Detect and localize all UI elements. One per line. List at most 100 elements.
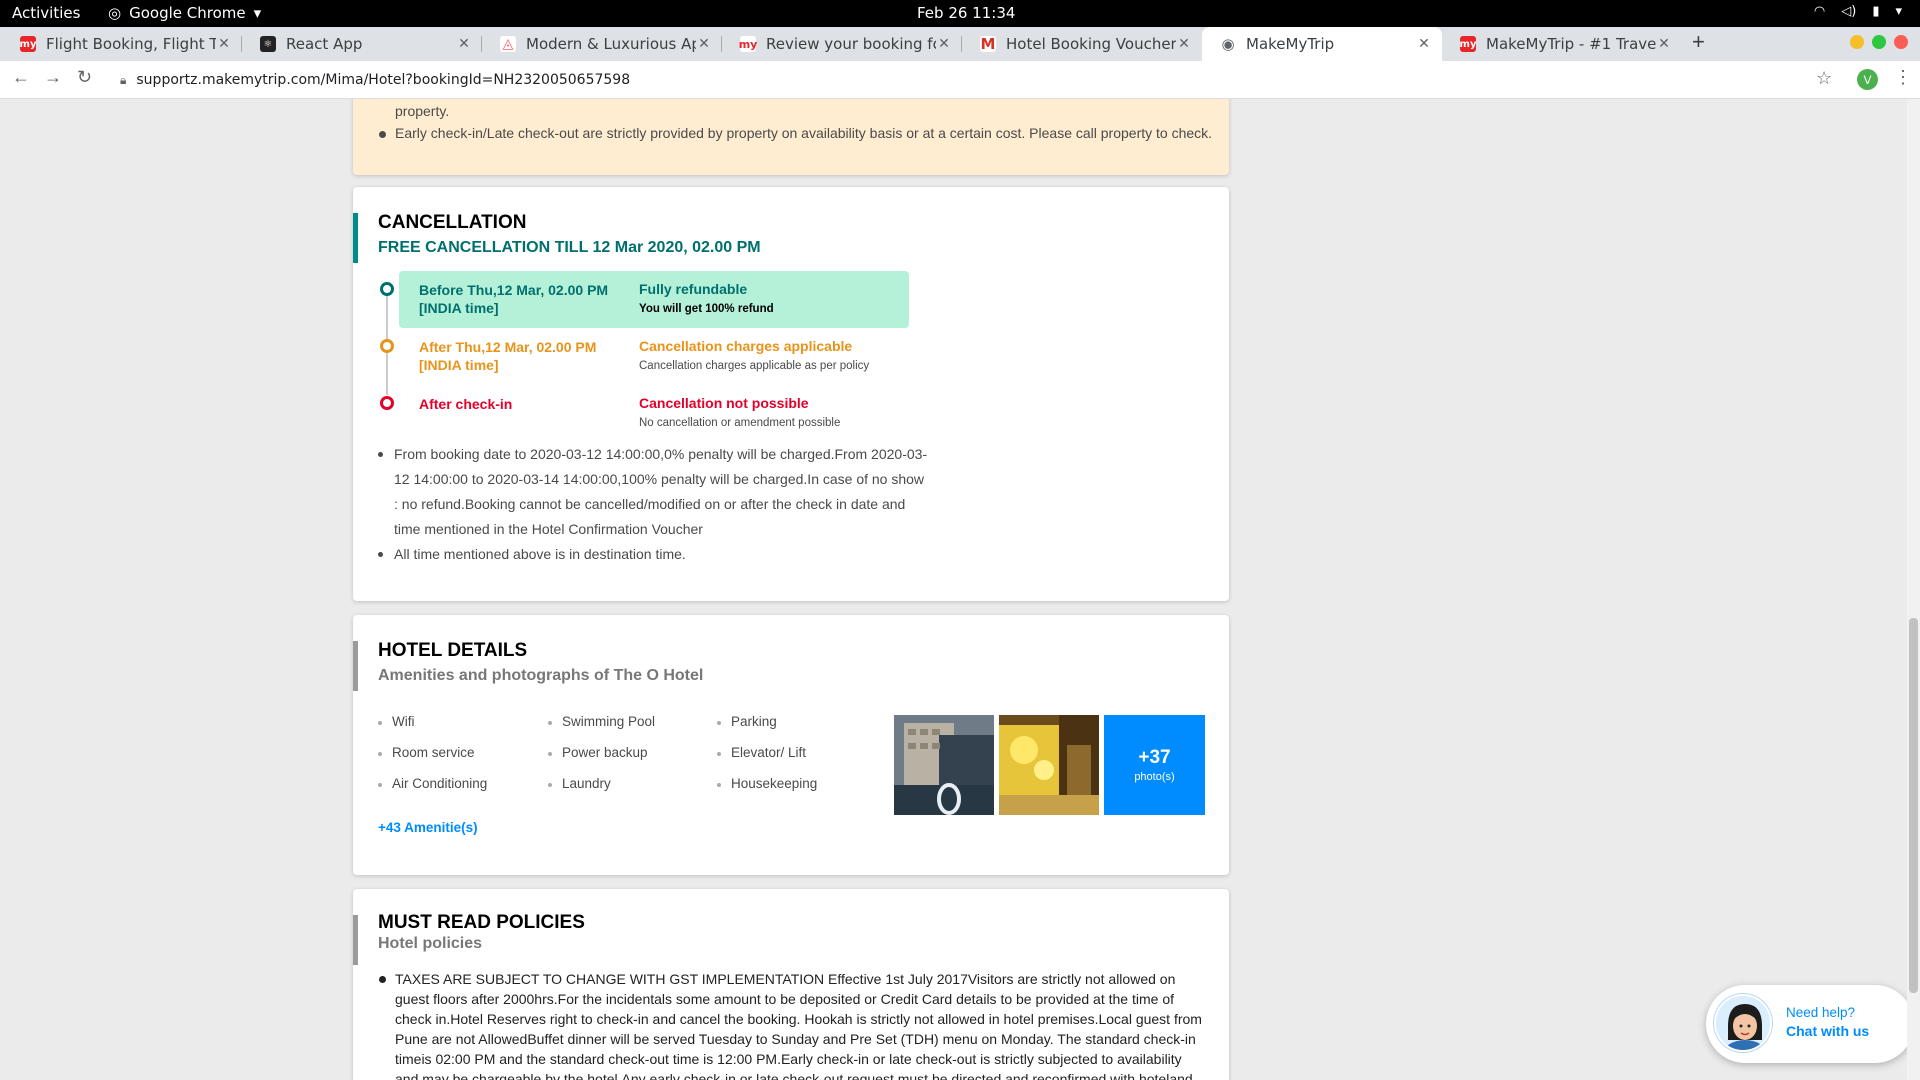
volume-icon: ◁) bbox=[1841, 4, 1857, 19]
timeline-dot bbox=[380, 396, 394, 410]
cancellation-title: CANCELLATION bbox=[378, 212, 527, 233]
close-icon[interactable]: ✕ bbox=[216, 36, 232, 52]
tab-makemytrip-active[interactable]: ◉ MakeMyTrip ✕ bbox=[1202, 27, 1442, 61]
hotel-details-card: HOTEL DETAILS Amenities and photographs … bbox=[353, 615, 1229, 875]
system-tray[interactable]: ◠ ◁) ▮ ▾ bbox=[1814, 4, 1902, 19]
hotel-details-title: HOTEL DETAILS bbox=[378, 640, 528, 661]
react-favicon-icon: ⚛ bbox=[260, 36, 276, 52]
close-icon[interactable]: ✕ bbox=[1176, 36, 1192, 52]
tab-title: Review your booking for T bbox=[766, 35, 936, 53]
minimize-button[interactable] bbox=[1850, 35, 1864, 49]
chevron-down-icon: ▾ bbox=[1895, 4, 1902, 19]
close-icon[interactable]: ✕ bbox=[456, 36, 472, 52]
scrollbar-thumb[interactable] bbox=[1909, 618, 1918, 993]
back-arrow-icon[interactable]: ← bbox=[12, 67, 30, 88]
tab-title: React App bbox=[286, 35, 363, 53]
makemytrip-favicon-icon: my bbox=[1460, 36, 1476, 52]
amenity: Housekeeping bbox=[717, 776, 817, 791]
amenity: Room service bbox=[378, 745, 475, 760]
more-photos-count: +37 bbox=[1138, 747, 1171, 768]
timeline-status: Cancellation not possible bbox=[639, 395, 809, 411]
notice-line: Early check-in/Late check-out are strict… bbox=[395, 125, 1213, 141]
chat-with-us-link[interactable]: Chat with us bbox=[1786, 1023, 1869, 1039]
free-cancellation-subtitle: FREE CANCELLATION TILL 12 Mar 2020, 02.0… bbox=[378, 239, 761, 256]
url-text: supportz.makemytrip.com/Mima/Hotel?booki… bbox=[136, 72, 631, 88]
more-photos-label: photo(s) bbox=[1134, 771, 1175, 783]
bullet-icon bbox=[379, 131, 386, 138]
timeline-dot bbox=[380, 282, 394, 296]
amenity: Elevator/ Lift bbox=[717, 745, 806, 760]
window-controls bbox=[1850, 35, 1908, 49]
close-icon[interactable]: ✕ bbox=[696, 36, 712, 52]
timeline-detail: You will get 100% refund bbox=[639, 303, 774, 315]
section-accent bbox=[353, 641, 358, 691]
list-item: All time mentioned above is in destinati… bbox=[378, 542, 928, 567]
hotel-policy-text: TAXES ARE SUBJECT TO CHANGE WITH GST IMP… bbox=[395, 971, 1202, 1080]
maximize-button[interactable] bbox=[1872, 35, 1886, 49]
section-accent bbox=[353, 213, 358, 263]
tab-title: Flight Booking, Flight Tick bbox=[46, 35, 216, 53]
amenity: Wifi bbox=[378, 714, 415, 729]
app-name: Google Chrome bbox=[129, 4, 246, 22]
airbnb-favicon-icon: ◬ bbox=[500, 36, 516, 52]
more-amenities-link[interactable]: +43 Amenitie(s) bbox=[378, 820, 478, 835]
timeline-when: After Thu,12 Mar, 02.00 PM [INDIA time] bbox=[419, 339, 597, 373]
close-icon[interactable]: ✕ bbox=[936, 36, 952, 52]
amenity: Swimming Pool bbox=[548, 714, 655, 729]
wifi-icon: ◠ bbox=[1813, 4, 1826, 19]
page-content: property. Early check-in/Late check-out … bbox=[0, 99, 1920, 1080]
timeline-detail: No cancellation or amendment possible bbox=[639, 417, 841, 429]
forward-arrow-icon[interactable]: → bbox=[44, 67, 62, 88]
tab-review-booking[interactable]: my Review your booking for T ✕ bbox=[722, 27, 962, 61]
hotel-photo-lobby[interactable] bbox=[999, 715, 1099, 815]
tab-apartment[interactable]: ◬ Modern & Luxurious Apar ✕ bbox=[482, 27, 722, 61]
amenity: Laundry bbox=[548, 776, 611, 791]
timeline-dot bbox=[380, 339, 394, 353]
profile-avatar[interactable]: V bbox=[1857, 69, 1878, 90]
chrome-icon: ◎ bbox=[108, 4, 122, 22]
cancellation-card: CANCELLATION FREE CANCELLATION TILL 12 M… bbox=[353, 187, 1229, 601]
timeline-when: Before Thu,12 Mar, 02.00 PM [INDIA time] bbox=[419, 282, 609, 316]
checkin-notice-card: property. Early check-in/Late check-out … bbox=[353, 99, 1229, 175]
menu-kebab-icon[interactable]: ⋮ bbox=[1894, 67, 1912, 88]
activities-button[interactable]: Activities bbox=[12, 4, 80, 22]
timeline-status: Cancellation charges applicable bbox=[639, 338, 853, 354]
chat-help-widget[interactable]: Need help? Chat with us bbox=[1706, 985, 1914, 1063]
hotel-policies-subtitle: Hotel policies bbox=[378, 935, 483, 952]
more-photos-button[interactable]: +37 photo(s) bbox=[1104, 715, 1205, 815]
url-field[interactable]: 🔒︎ supportz.makemytrip.com/Mima/Hotel?bo… bbox=[120, 67, 630, 93]
must-read-title: MUST READ POLICIES bbox=[378, 912, 585, 933]
notice-line: property. bbox=[395, 103, 450, 119]
tab-flight-booking[interactable]: my Flight Booking, Flight Tick ✕ bbox=[2, 27, 242, 61]
must-read-policies-card: MUST READ POLICIES Hotel policies TAXES … bbox=[353, 889, 1229, 1080]
section-accent bbox=[353, 915, 358, 965]
tab-title: MakeMyTrip bbox=[1246, 35, 1335, 53]
system-top-bar: Activities ◎ Google Chrome ▾ Feb 26 11:3… bbox=[0, 0, 1920, 27]
tab-makemytrip-home[interactable]: my MakeMyTrip - #1 Travel W ✕ bbox=[1442, 27, 1682, 61]
close-window-button[interactable] bbox=[1894, 35, 1908, 49]
bookmark-star-icon[interactable]: ☆ bbox=[1816, 68, 1832, 89]
chevron-down-icon: ▾ bbox=[253, 4, 262, 22]
app-menu[interactable]: ◎ Google Chrome ▾ bbox=[108, 4, 261, 22]
timeline-status: Fully refundable bbox=[639, 281, 748, 297]
close-icon[interactable]: ✕ bbox=[1416, 36, 1432, 52]
support-agent-avatar bbox=[1714, 994, 1772, 1052]
clock[interactable]: Feb 26 11:34 bbox=[917, 4, 1015, 22]
timeline-when: After check-in bbox=[419, 396, 513, 412]
makemytrip-favicon-icon: my bbox=[20, 36, 36, 52]
tab-title: Hotel Booking Voucher - s bbox=[1006, 35, 1176, 53]
new-tab-button[interactable]: + bbox=[1692, 29, 1705, 55]
reload-icon[interactable]: ↻ bbox=[77, 67, 92, 88]
agent-face-icon bbox=[1716, 996, 1770, 1050]
battery-icon: ▮ bbox=[1872, 4, 1880, 19]
tab-hotel-voucher[interactable]: M Hotel Booking Voucher - s ✕ bbox=[962, 27, 1202, 61]
tab-title: Modern & Luxurious Apar bbox=[526, 35, 696, 53]
amenity: Parking bbox=[717, 714, 777, 729]
list-item: From booking date to 2020-03-12 14:00:00… bbox=[378, 442, 928, 542]
close-icon[interactable]: ✕ bbox=[1656, 36, 1672, 52]
globe-icon: ◉ bbox=[1220, 35, 1236, 53]
hotel-photo-exterior[interactable] bbox=[894, 715, 994, 815]
amenity: Power backup bbox=[548, 745, 648, 760]
tab-react-app[interactable]: ⚛ React App ✕ bbox=[242, 27, 482, 61]
hotel-lobby-image bbox=[999, 715, 1099, 815]
